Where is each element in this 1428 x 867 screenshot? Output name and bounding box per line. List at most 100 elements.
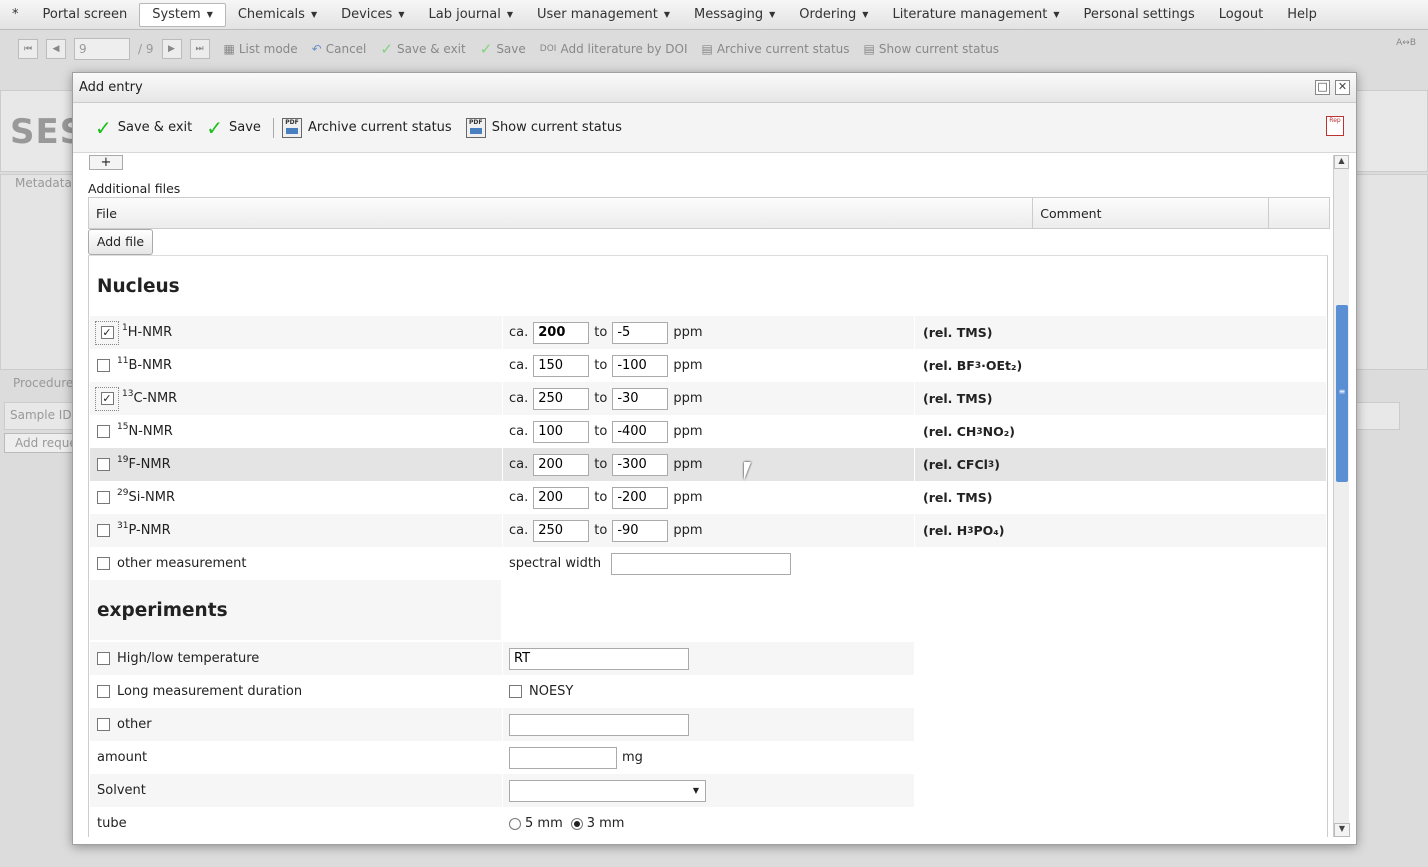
menu-item-2[interactable]: System ▼ [139,2,226,27]
other-row: other [90,708,914,741]
noesy-checkbox[interactable] [509,685,522,698]
menu-item-0[interactable]: * [0,3,31,27]
tube-5mm-radio[interactable] [509,817,521,830]
reference-label: (rel. TMS) [914,316,992,349]
range-to-input[interactable] [612,321,669,344]
prev-record-button[interactable]: ◀ [46,39,66,59]
nmr-form: Nucleus ✓1H-NMRca.toppm(rel. TMS)11B-NMR… [88,255,1328,837]
amount-input[interactable] [509,746,617,769]
menu-item-3[interactable]: Chemicals ▼ [226,3,329,27]
expand-plus-button[interactable]: + [89,155,123,170]
ppm-label: ppm [673,490,703,505]
checkmark-exit-icon: ✓ [95,115,112,140]
reference-label: (rel. H 3 PO₄) [914,514,1004,547]
file-column-header[interactable]: File [89,198,1034,228]
bg-save-exit-button[interactable]: ✓ Save & exit [380,40,465,58]
range-from-input[interactable] [533,387,590,410]
menu-item-9[interactable]: Literature management ▼ [880,3,1071,27]
range-from-input[interactable] [533,321,590,344]
nucleus-checkbox[interactable] [97,491,110,504]
maximize-icon[interactable]: □ [1315,80,1330,95]
nucleus-row: 19F-NMR ca. to ppm (rel. CFCl3) [90,448,1326,481]
duration-row: Long measurement duration NOESY [90,675,914,708]
range-to-input[interactable] [612,354,669,377]
dialog-scrollbar[interactable]: ▲ ≡ ▼ [1333,155,1350,837]
menu-item-1[interactable]: Portal screen [31,3,140,27]
range-to-input[interactable] [612,387,669,410]
nucleus-checkbox[interactable]: ✓ [100,326,114,339]
high-low-temp-checkbox[interactable] [97,652,110,665]
temperature-input[interactable] [509,647,689,670]
nucleus-label: 1H-NMR [122,323,173,340]
last-record-button[interactable]: ⏭ [189,39,210,59]
menu-item-4[interactable]: Devices ▼ [329,3,416,27]
range-from-input[interactable] [533,354,590,377]
scroll-up-icon[interactable]: ▲ [1334,155,1349,169]
menu-item-6[interactable]: User management ▼ [525,3,682,27]
mouse-cursor-icon [744,462,758,480]
bg-archive-button[interactable]: ▤ Archive current status [701,42,849,56]
solvent-label: Solvent [97,783,146,798]
add-doi-button[interactable]: DOI Add literature by DOI [540,42,688,56]
compare-icon[interactable]: A↔B [1396,38,1416,48]
close-icon[interactable]: ✕ [1335,80,1350,95]
add-file-button[interactable]: Add file [88,229,153,255]
range-from-input[interactable] [533,486,590,509]
high-low-temp-label: High/low temperature [117,651,260,666]
scroll-thumb[interactable]: ≡ [1336,305,1348,482]
comment-column-header[interactable]: Comment [1033,198,1270,228]
ca-label: ca. [509,325,529,340]
other-measurement-checkbox[interactable] [97,557,110,570]
spectral-width-input[interactable] [611,552,792,575]
range-to-input[interactable] [612,519,669,542]
menu-item-7[interactable]: Messaging ▼ [682,3,787,27]
next-record-button[interactable]: ▶ [161,39,182,59]
long-duration-checkbox[interactable] [97,685,110,698]
tube-3mm-radio[interactable] [570,817,583,830]
background-toolbar: ⏮ ◀ 9 / 9 ▶ ⏭ ▦ List mode ↶ Cancel ✓ Save &… [0,31,1428,67]
ca-label: ca. [509,523,529,538]
nucleus-row: 29Si-NMR ca. to ppm (rel. TMS) [90,481,1326,514]
nucleus-checkbox[interactable] [97,524,110,537]
nucleus-label: 29Si-NMR [117,488,175,505]
nucleus-checkbox[interactable] [97,359,110,372]
first-record-button[interactable]: ⏮ [18,39,38,59]
undo-icon: ↶ [311,42,322,56]
menu-item-8[interactable]: Ordering ▼ [787,3,880,27]
other-checkbox[interactable] [97,718,110,731]
solvent-row: Solvent ▼ [90,774,914,807]
nucleus-checkbox[interactable]: ✓ [100,392,114,405]
bg-save-button[interactable]: ✓ Save [480,40,526,58]
menu-item-11[interactable]: Logout [1207,3,1276,27]
menu-item-12[interactable]: Help [1275,3,1329,27]
ca-label: ca. [509,457,529,472]
save-exit-button[interactable]: ✓ Save & exit [95,118,192,138]
list-mode-button[interactable]: ▦ List mode [224,42,298,56]
range-from-input[interactable] [533,453,590,476]
report-icon[interactable]: Rep [1326,116,1344,136]
save-button[interactable]: ✓ Save [206,118,261,138]
range-to-input[interactable] [612,420,669,443]
page-number-input[interactable]: 9 [74,38,130,60]
nucleus-checkbox[interactable] [97,458,110,471]
bg-show-status-button[interactable]: ▤ Show current status [864,42,1000,56]
range-to-input[interactable] [612,486,669,509]
scroll-down-icon[interactable]: ▼ [1334,823,1350,837]
ca-label: ca. [509,358,529,373]
nucleus-row: ✓ 13C-NMR ca. to ppm (rel. TMS) [90,382,1326,415]
menu-item-5[interactable]: Lab journal ▼ [416,3,525,27]
bg-cancel-button[interactable]: ↶ Cancel [312,42,367,56]
show-status-button[interactable]: PDF Show current status [465,117,622,138]
ca-label: ca. [509,490,529,505]
range-to-input[interactable] [612,453,669,476]
range-from-input[interactable] [533,420,590,443]
other-label: other [117,717,152,732]
menu-item-10[interactable]: Personal settings [1071,3,1206,27]
nucleus-checkbox[interactable] [97,425,110,438]
chevron-down-icon: ▼ [663,10,670,19]
solvent-select[interactable]: ▼ [509,779,706,802]
other-input[interactable] [509,713,689,736]
archive-status-button[interactable]: PDF Archive current status [281,117,452,138]
amount-row: amount mg [90,741,914,774]
range-from-input[interactable] [533,519,590,542]
